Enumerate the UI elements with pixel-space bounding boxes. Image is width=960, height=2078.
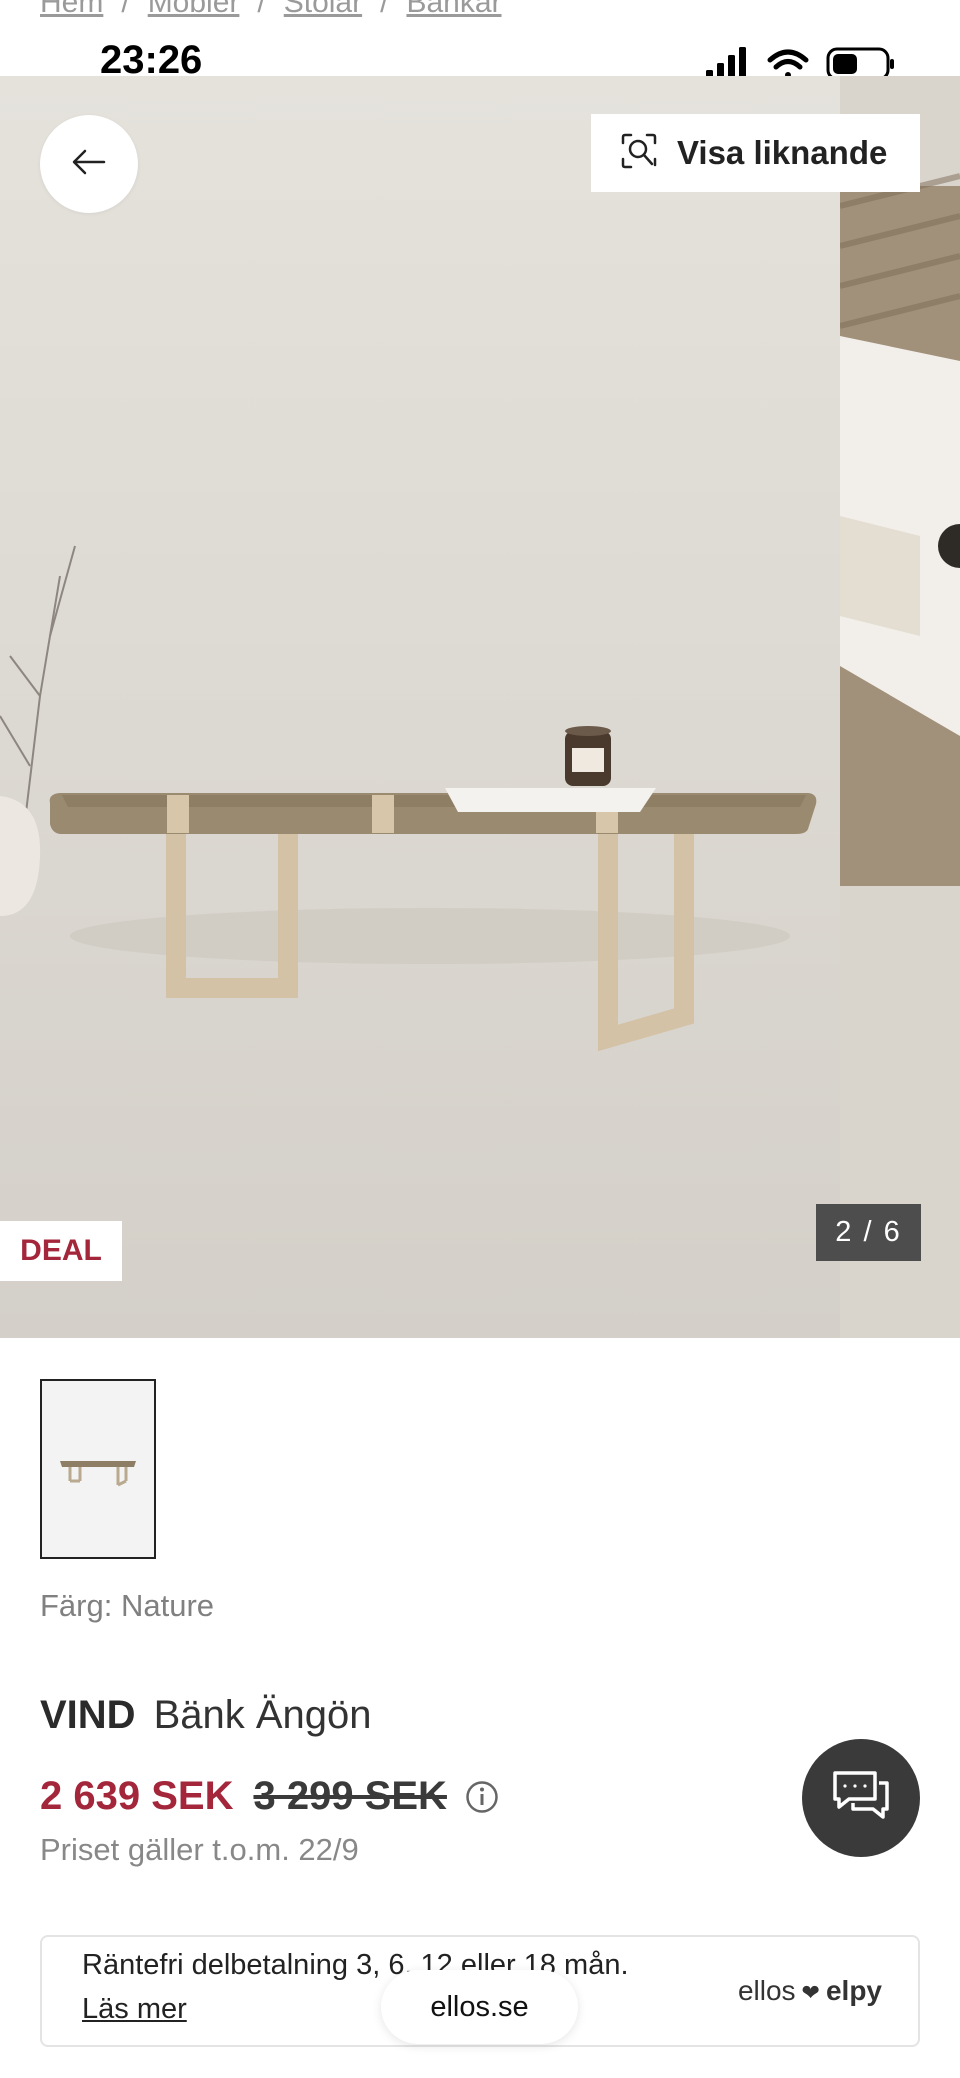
- current-price: 2 639 SEK: [40, 1774, 234, 1818]
- visual-search-icon: [621, 133, 657, 174]
- next-product-image[interactable]: [840, 76, 960, 1338]
- breadcrumb-benches[interactable]: Bänkar: [406, 0, 501, 19]
- product-title: VIND Bänk Ängön: [40, 1693, 372, 1738]
- back-button[interactable]: [40, 115, 138, 213]
- battery-icon: [826, 47, 894, 81]
- show-similar-label: Visa liknande: [677, 134, 888, 171]
- product-name: Bänk Ängön: [153, 1693, 372, 1737]
- color-label: Färg: Nature: [40, 1588, 215, 1623]
- chat-button[interactable]: [802, 1739, 920, 1857]
- wifi-icon: [767, 49, 809, 78]
- read-more-link[interactable]: Läs mer: [82, 1993, 187, 2026]
- breadcrumb: Hem / Möbler / Stolar / Bänkar: [40, 0, 502, 20]
- deal-badge: DEAL: [0, 1221, 122, 1281]
- thumbnail-image[interactable]: [40, 1379, 156, 1559]
- product-brand[interactable]: VIND: [40, 1693, 136, 1737]
- bench-seat: [49, 793, 817, 834]
- product-image[interactable]: [0, 76, 840, 1338]
- arrow-left-icon: [72, 149, 106, 180]
- product-gallery[interactable]: [0, 76, 960, 1338]
- price-validity-note: Priset gäller t.o.m. 22/9: [40, 1832, 359, 1867]
- ellos-elpy-logo: ellos ❤ elpy: [738, 1975, 882, 2007]
- breadcrumb-furniture[interactable]: Möbler: [148, 0, 240, 19]
- image-counter: 2 / 6: [816, 1204, 921, 1261]
- chat-icon: [831, 1769, 891, 1828]
- logo-elpy: elpy: [825, 1975, 882, 2006]
- browser-url-bar[interactable]: ellos.se: [381, 1970, 578, 2044]
- heart-icon: ❤: [801, 1980, 820, 2005]
- show-similar-button[interactable]: Visa liknande: [591, 114, 920, 192]
- breadcrumb-separator: /: [380, 0, 389, 19]
- info-icon[interactable]: [465, 1780, 499, 1814]
- breadcrumb-separator: /: [257, 0, 266, 19]
- original-price: 3 299 SEK: [253, 1774, 447, 1818]
- price-row: 2 639 SEK 3 299 SEK: [40, 1774, 499, 1819]
- breadcrumb-home[interactable]: Hem: [40, 0, 103, 19]
- breadcrumb-chairs[interactable]: Stolar: [284, 0, 362, 19]
- logo-ellos: ellos: [737, 1975, 796, 2006]
- breadcrumb-separator: /: [121, 0, 130, 19]
